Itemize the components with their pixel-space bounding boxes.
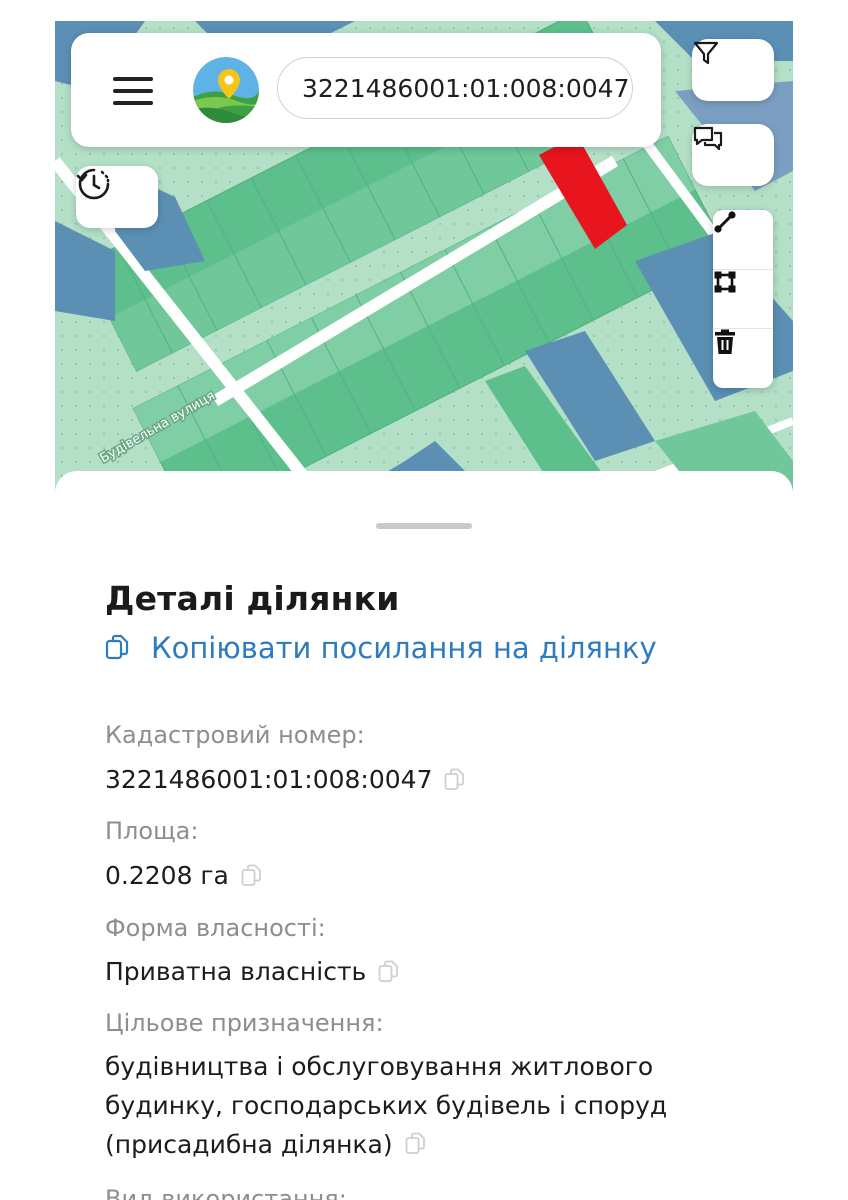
filter-button[interactable] xyxy=(692,39,774,101)
purpose-value: будівництва і обслуговування житлового б… xyxy=(105,1052,668,1159)
delete-shape-button[interactable] xyxy=(713,328,773,388)
cadastral-number-value: 3221486001:01:008:0047 xyxy=(105,765,433,794)
chat-bubbles-icon xyxy=(693,126,723,151)
measure-area-icon xyxy=(714,271,736,293)
area-value: 0.2208 га xyxy=(105,861,229,890)
copy-icon xyxy=(445,768,465,790)
purpose-row: будівництва і обслуговування житлового б… xyxy=(105,1047,765,1164)
copy-parcel-link[interactable]: Копіювати посилання на ділянку xyxy=(105,631,657,665)
map-pin-logo-icon[interactable] xyxy=(193,57,259,123)
top-search-bar xyxy=(71,33,661,147)
ownership-row: Приватна власність xyxy=(105,957,400,986)
sheet-drag-handle[interactable] xyxy=(376,523,472,529)
area-label: Площа: xyxy=(105,817,199,845)
history-clock-icon xyxy=(76,168,110,200)
measure-line-button[interactable] xyxy=(713,210,773,269)
measure-line-icon xyxy=(714,211,736,233)
trash-icon xyxy=(715,329,735,354)
search-input[interactable] xyxy=(277,57,633,119)
purpose-label: Цільове призначення: xyxy=(105,1009,384,1037)
app-frame: Будівельна вулиця 3221486001:01:008:0047… xyxy=(55,21,793,1200)
area-row: 0.2208 га xyxy=(105,861,263,890)
copy-icon xyxy=(241,864,261,886)
copy-area-button[interactable] xyxy=(241,864,263,888)
measure-toolbar xyxy=(713,210,773,388)
copy-icon xyxy=(105,634,129,660)
usage-type-label: Вид використання: xyxy=(105,1185,347,1200)
parcel-details-sheet: Деталі ділянки Копіювати посилання на ді… xyxy=(55,471,793,1200)
details-title: Деталі ділянки xyxy=(105,579,400,618)
chat-button[interactable] xyxy=(692,124,774,186)
copy-icon xyxy=(378,960,399,982)
ownership-value: Приватна власність xyxy=(105,957,367,986)
cadastral-number-label: Кадастровий номер: xyxy=(105,721,365,749)
map-view[interactable]: Будівельна вулиця xyxy=(55,21,793,491)
measure-area-button[interactable] xyxy=(713,269,773,329)
copy-icon xyxy=(405,1132,425,1154)
filter-icon xyxy=(693,41,719,65)
cadastral-number-row: 3221486001:01:008:0047 xyxy=(105,765,466,794)
copy-parcel-link-label: Копіювати посилання на ділянку xyxy=(151,631,657,665)
copy-ownership-button[interactable] xyxy=(378,960,400,984)
copy-purpose-button[interactable] xyxy=(405,1132,427,1156)
hamburger-icon[interactable] xyxy=(113,75,153,107)
ownership-label: Форма власності: xyxy=(105,914,326,942)
copy-cadastral-number-button[interactable] xyxy=(444,768,466,792)
history-button[interactable] xyxy=(76,166,158,228)
